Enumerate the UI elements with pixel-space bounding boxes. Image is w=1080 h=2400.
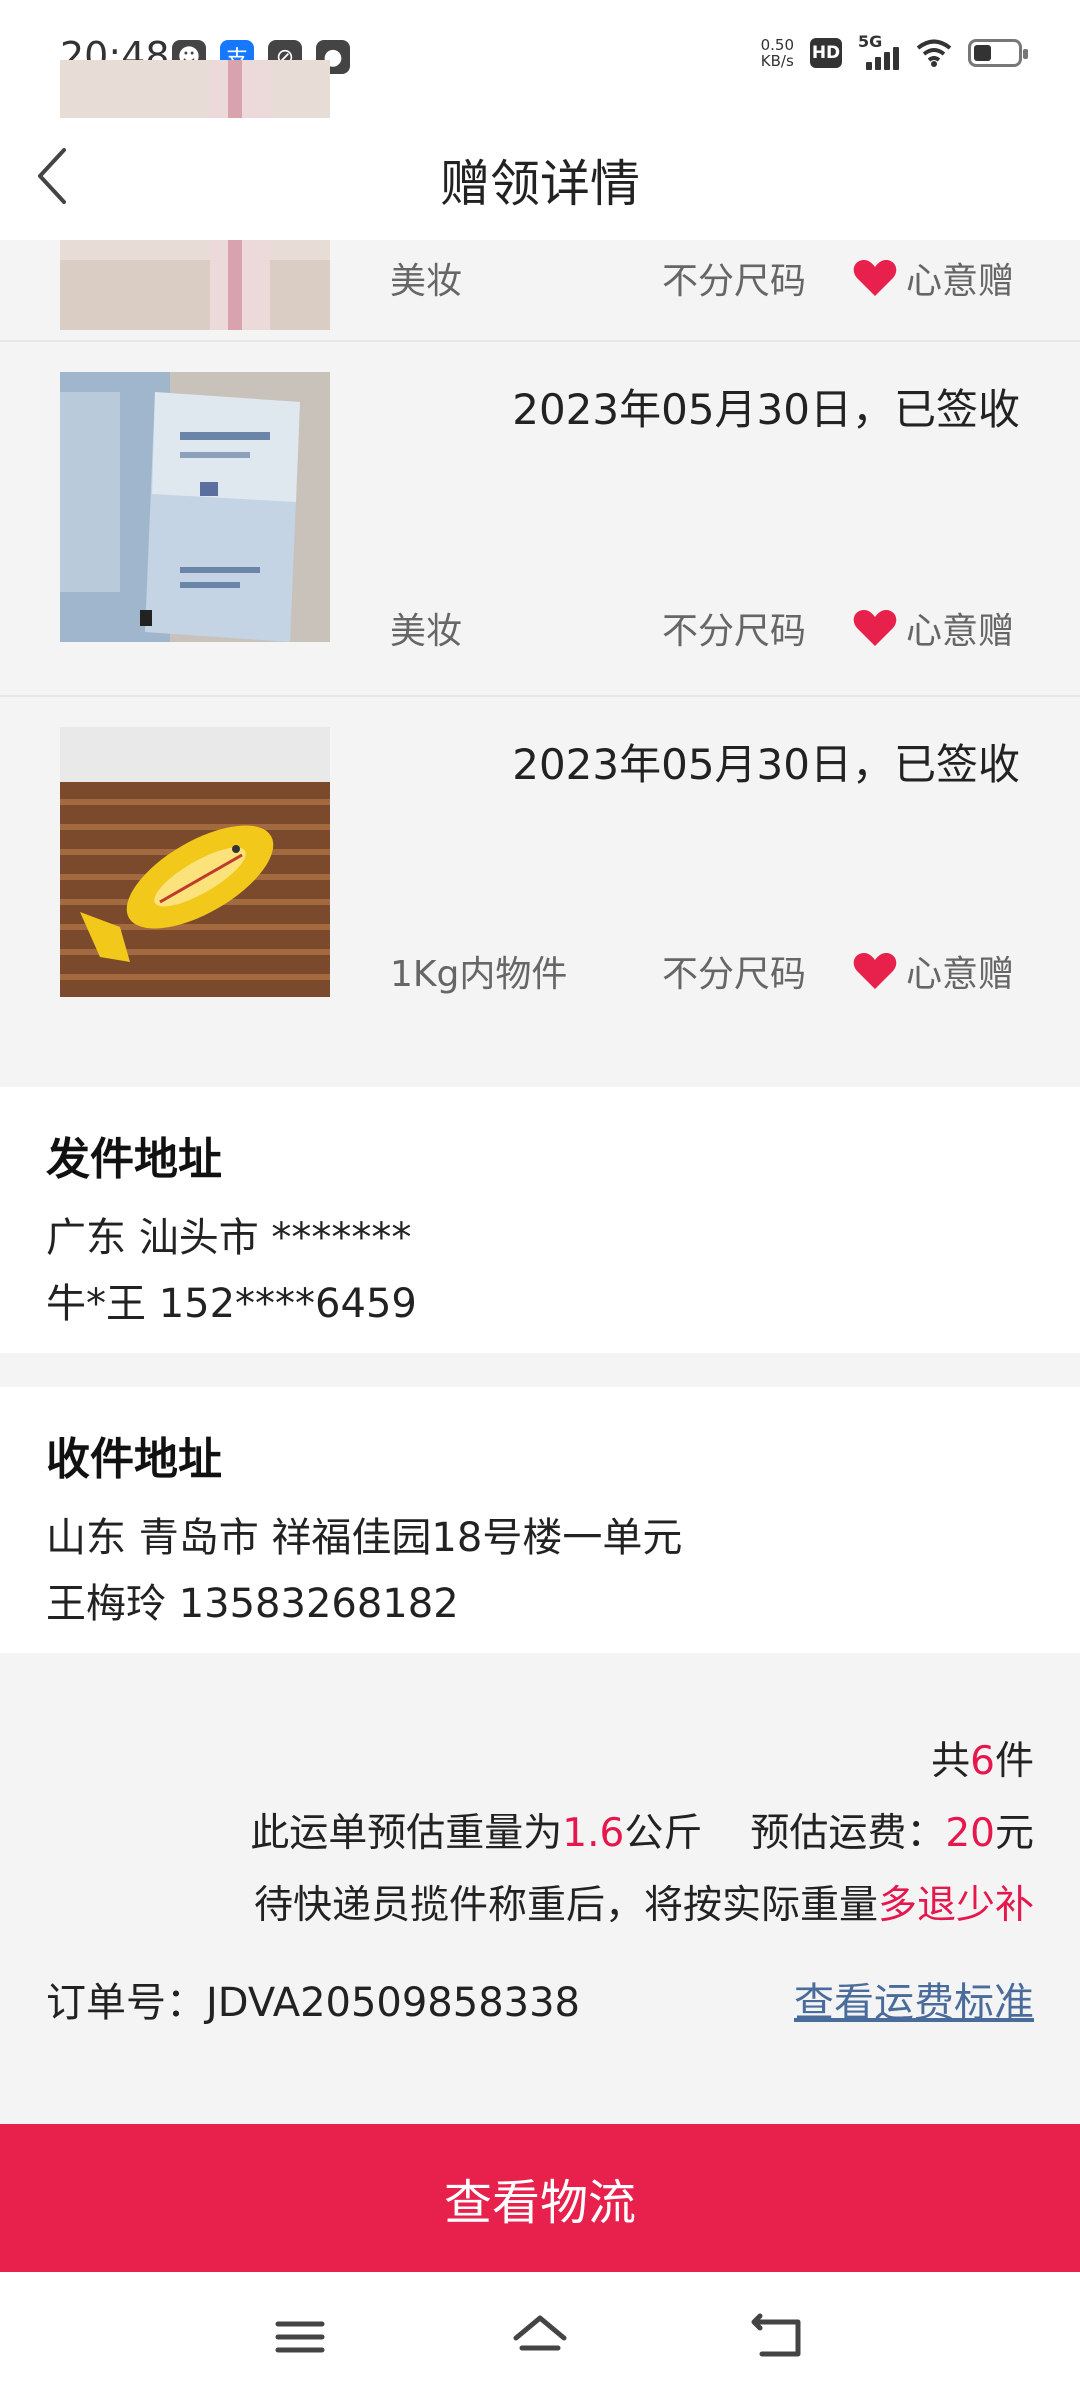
home-icon[interactable]: [510, 2312, 570, 2362]
item-meta: 美妆 不分尺码 心意赠: [390, 602, 1020, 654]
gift-item-card[interactable]: 美妆 不分尺码 心意赠: [0, 60, 1080, 342]
network-type-label: 5G: [858, 32, 883, 51]
gift-item-card[interactable]: 2023年05月30日，已签收 美妆 不分尺码 心意赠: [0, 342, 1080, 697]
receiver-address-block: 收件地址 山东 青岛市 祥福佳园18号楼一单元 王梅玲 13583268182: [0, 1387, 1080, 1653]
page-title: 赠领详情: [440, 155, 640, 213]
page: 20:48 ☻ 支 ⊘ ● 0.50 KB/s HD 5G 赠领详情 美妆 不分…: [0, 0, 1080, 2400]
hd-icon: HD: [810, 38, 842, 68]
gift-type-label: 心意赠: [906, 954, 1015, 995]
weight-note: 待快递员揽件称重后，将按实际重量多退少补: [253, 1883, 1034, 1928]
item-size: 不分尺码: [662, 261, 807, 302]
system-nav-bar: [0, 2272, 1080, 2400]
order-number: 订单号：JDVA20509858338: [46, 1980, 581, 2026]
item-thumbnail: [60, 372, 330, 642]
gift-type: 心意赠: [852, 945, 1014, 997]
item-count-value: 6: [970, 1739, 995, 1784]
heart-icon: [853, 260, 897, 296]
item-category: 美妆: [390, 611, 463, 652]
item-meta: 美妆 不分尺码 心意赠: [390, 252, 1020, 304]
network-speed: 0.50 KB/s: [760, 36, 794, 70]
fee-standard-link[interactable]: 查看运费标准: [794, 1970, 1034, 2028]
view-logistics-button[interactable]: 查看物流: [0, 2124, 1080, 2272]
menu-icon[interactable]: [270, 2312, 330, 2362]
weight-note-accent: 多退少补: [877, 1883, 1034, 1928]
item-category: 美妆: [390, 261, 463, 302]
weight-value: 1.6: [562, 1811, 625, 1856]
shipping-summary: 共6件 此运单预估重量为1.6公斤 预估运费：20元 待快递员揽件称重后，将按实际…: [0, 1654, 1080, 2124]
gift-item-card[interactable]: 2023年05月30日，已签收 1Kg内物件 不分尺码 心意赠: [0, 697, 1080, 1087]
receiver-address: 山东 青岛市 祥福佳园18号楼一单元: [46, 1515, 683, 1561]
item-size: 不分尺码: [662, 611, 807, 652]
sender-title: 发件地址: [46, 1134, 222, 1185]
sender-address-block: 发件地址 广东 汕头市 ******* 牛*王 152****6459: [0, 1087, 1080, 1353]
signal-icon: 5G: [858, 32, 900, 70]
gift-type: 心意赠: [852, 252, 1014, 304]
item-count: 共6件: [931, 1739, 1034, 1784]
battery-icon: [968, 39, 1028, 67]
heart-icon: [853, 610, 897, 646]
heart-icon: [853, 953, 897, 989]
item-date-status: 2023年05月30日，已签收: [512, 740, 1020, 789]
status-right: 0.50 KB/s HD 5G: [760, 32, 1028, 70]
order-number-value: JDVA20509858338: [206, 1980, 581, 2026]
return-icon[interactable]: [750, 2312, 810, 2362]
sender-address: 广东 汕头市 *******: [46, 1215, 412, 1261]
wifi-icon: [916, 39, 952, 67]
item-date-status: 2023年05月30日，已签收: [512, 385, 1020, 434]
fee-label: 预估运费：: [750, 1811, 946, 1856]
receiver-title: 收件地址: [46, 1434, 222, 1485]
gift-type-label: 心意赠: [906, 261, 1015, 302]
gift-type: 心意赠: [852, 602, 1014, 654]
item-size: 不分尺码: [662, 954, 807, 995]
page-header: 赠领详情: [0, 118, 1080, 240]
sender-contact: 牛*王 152****6459: [46, 1281, 417, 1327]
gift-type-label: 心意赠: [906, 611, 1015, 652]
fee-value: 20: [945, 1811, 995, 1856]
item-thumbnail: [60, 727, 330, 997]
receiver-contact: 王梅玲 13583268182: [46, 1581, 459, 1627]
weight-fee-line: 此运单预估重量为1.6公斤 预估运费：20元: [250, 1811, 1034, 1856]
item-meta: 1Kg内物件 不分尺码 心意赠: [390, 945, 1020, 997]
item-category: 1Kg内物件: [390, 954, 568, 995]
